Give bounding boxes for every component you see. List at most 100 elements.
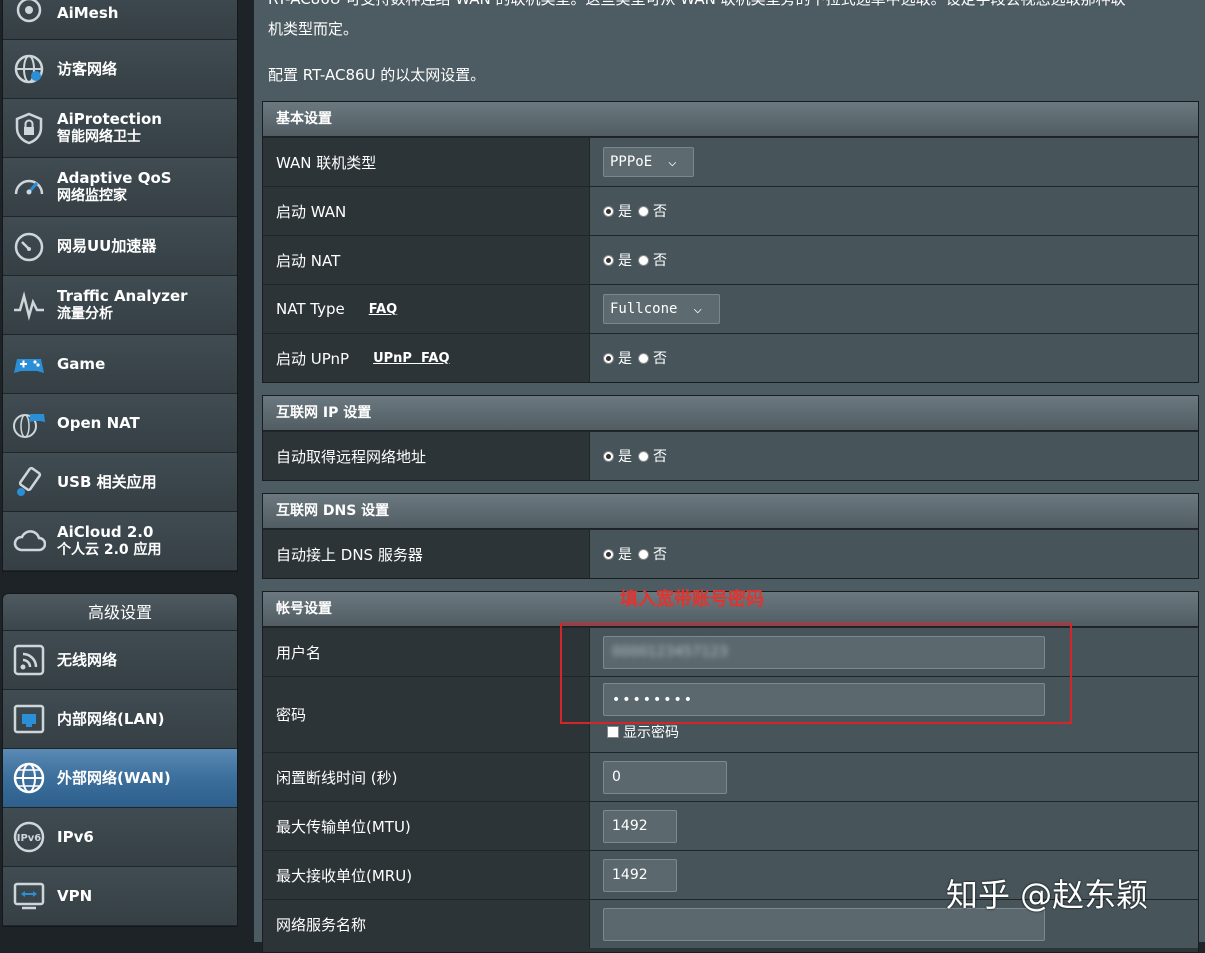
select-value: Fullcone bbox=[610, 301, 678, 317]
field-label: 启动 WAN bbox=[263, 187, 590, 235]
globe-gamepad-icon bbox=[12, 406, 46, 440]
lan-icon bbox=[12, 702, 46, 736]
speedometer-icon bbox=[12, 170, 46, 204]
section-title: 基本设置 bbox=[263, 102, 1198, 137]
mtu-row: 最大传输单位(MTU) 1492 bbox=[263, 801, 1198, 850]
auto-ip-yes-radio[interactable]: 是 bbox=[603, 446, 632, 466]
sidebar-item-open-nat[interactable]: Open NAT bbox=[3, 394, 237, 453]
radio-label: 否 bbox=[653, 449, 667, 465]
enable-wan-row: 启动 WAN 是 否 bbox=[263, 186, 1198, 235]
main-menu: AiMesh 访客网络 AiProtection 智能网络卫士 Adaptive … bbox=[2, 0, 238, 572]
field-label: 网络服务名称 bbox=[263, 900, 590, 948]
sidebar-item-traffic-analyzer[interactable]: Traffic Analyzer 流量分析 bbox=[3, 276, 237, 335]
field-label: 自动取得远程网络地址 bbox=[263, 432, 590, 480]
radio-label: 是 bbox=[618, 351, 632, 367]
radio-label: 否 bbox=[653, 253, 667, 269]
sidebar-item-label: 外部网络(WAN) bbox=[57, 769, 171, 787]
sidebar-item-label: 无线网络 bbox=[57, 651, 118, 669]
sidebar-item-wan[interactable]: 外部网络(WAN) bbox=[3, 749, 237, 808]
wan-type-select[interactable]: PPPoE ⌵ bbox=[603, 147, 694, 177]
enable-wan-no-radio[interactable]: 否 bbox=[638, 201, 667, 221]
sidebar-item-label: AiCloud 2.0 bbox=[57, 523, 154, 541]
upnp-faq-link[interactable]: UPnP FAQ bbox=[373, 351, 449, 366]
sidebar-item-aiprotection[interactable]: AiProtection 智能网络卫士 bbox=[3, 99, 237, 158]
internet-dns-section: 互联网 DNS 设置 自动接上 DNS 服务器 是 否 bbox=[262, 493, 1199, 579]
sidebar-item-label: AiProtection bbox=[57, 110, 162, 128]
advanced-settings-header: 高级设置 bbox=[3, 594, 237, 631]
mru-input[interactable]: 1492 bbox=[603, 858, 677, 892]
show-password-option: 显示密码 bbox=[607, 722, 679, 742]
sidebar-item-label: USB 相关应用 bbox=[57, 473, 157, 491]
sidebar-item-adaptive-qos[interactable]: Adaptive QoS 网络监控家 bbox=[3, 158, 237, 217]
chevron-down-icon: ⌵ bbox=[668, 154, 677, 170]
enable-nat-row: 启动 NAT 是 否 bbox=[263, 235, 1198, 284]
shield-lock-icon bbox=[12, 111, 46, 145]
sidebar-item-ipv6[interactable]: IPv6 IPv6 bbox=[3, 808, 237, 867]
sidebar-item-wireless[interactable]: 无线网络 bbox=[3, 631, 237, 690]
enable-nat-no-radio[interactable]: 否 bbox=[638, 250, 667, 270]
field-label: 启动 NAT bbox=[263, 236, 590, 284]
radio-label: 否 bbox=[653, 204, 667, 220]
usb-icon bbox=[12, 465, 46, 499]
sidebar-item-label: Adaptive QoS bbox=[57, 169, 172, 187]
sidebar-item-label: 内部网络(LAN) bbox=[57, 710, 165, 728]
nat-type-row: NAT Type FAQ Fullcone ⌵ bbox=[263, 284, 1198, 333]
mtu-input[interactable]: 1492 bbox=[603, 809, 677, 843]
sidebar-item-sublabel: 网络监控家 bbox=[57, 188, 127, 204]
sidebar-item-game[interactable]: Game bbox=[3, 335, 237, 394]
radio-label: 否 bbox=[653, 351, 667, 367]
internet-ip-section: 互联网 IP 设置 自动取得远程网络地址 是 否 bbox=[262, 395, 1199, 481]
auto-dns-row: 自动接上 DNS 服务器 是 否 bbox=[263, 529, 1198, 578]
sidebar-item-uu-accelerator[interactable]: 网易UU加速器 bbox=[3, 217, 237, 276]
auto-dns-no-radio[interactable]: 否 bbox=[638, 544, 667, 564]
select-value: PPPoE bbox=[610, 154, 653, 170]
idle-time-row: 闲置断线时间 (秒) 0 bbox=[263, 752, 1198, 801]
intro-line-3: 配置 RT-AC86U 的以太网设置。 bbox=[268, 66, 486, 84]
field-label: 闲置断线时间 (秒) bbox=[263, 753, 590, 801]
nat-type-faq-link[interactable]: FAQ bbox=[369, 302, 398, 317]
sidebar-item-label: IPv6 bbox=[57, 828, 94, 846]
sidebar-item-usb[interactable]: USB 相关应用 bbox=[3, 453, 237, 512]
guest-network-icon bbox=[12, 52, 46, 86]
sidebar-item-aicloud[interactable]: AiCloud 2.0 个人云 2.0 应用 bbox=[3, 512, 237, 571]
sidebar-item-label: 访客网络 bbox=[57, 60, 118, 78]
traffic-graph-icon bbox=[12, 288, 46, 322]
sidebar-item-vpn[interactable]: VPN bbox=[3, 867, 237, 926]
idle-time-input[interactable]: 0 bbox=[603, 760, 727, 794]
section-title: 互联网 IP 设置 bbox=[263, 396, 1198, 431]
radio-label: 是 bbox=[618, 547, 632, 563]
sidebar-item-sublabel: 流量分析 bbox=[57, 306, 113, 322]
section-title: 互联网 DNS 设置 bbox=[263, 494, 1198, 529]
sidebar-item-label: Traffic Analyzer bbox=[57, 287, 188, 305]
auto-dns-yes-radio[interactable]: 是 bbox=[603, 544, 632, 564]
upnp-no-radio[interactable]: 否 bbox=[638, 348, 667, 368]
mesh-icon bbox=[12, 0, 46, 27]
field-label: 用户名 bbox=[263, 628, 590, 676]
vpn-icon bbox=[12, 879, 46, 913]
sidebar-item-sublabel: 智能网络卫士 bbox=[57, 129, 141, 145]
sidebar-item-lan[interactable]: 内部网络(LAN) bbox=[3, 690, 237, 749]
show-password-checkbox[interactable] bbox=[607, 726, 619, 738]
svg-text:IPv6: IPv6 bbox=[17, 833, 42, 844]
mru-value: 1492 bbox=[612, 867, 648, 883]
gauge-icon bbox=[12, 229, 46, 263]
intro-line-1: RT-AC86U 可支持数种连结 WAN 的联机类型。这些类型可从 WAN 联机… bbox=[268, 0, 1126, 9]
radio-label: 是 bbox=[618, 253, 632, 269]
wan-globe-icon bbox=[12, 761, 46, 795]
nat-type-select[interactable]: Fullcone ⌵ bbox=[603, 294, 720, 324]
field-label: 最大接收单位(MRU) bbox=[263, 851, 590, 899]
chevron-down-icon: ⌵ bbox=[693, 301, 702, 317]
auto-ip-no-radio[interactable]: 否 bbox=[638, 446, 667, 466]
ipv6-icon: IPv6 bbox=[12, 820, 46, 854]
sidebar-item-guest-network[interactable]: 访客网络 bbox=[3, 40, 237, 99]
annotation-text: 填入宽带账号密码 bbox=[620, 589, 764, 610]
upnp-row: 启动 UPnP UPnP FAQ 是 否 bbox=[263, 333, 1198, 382]
sidebar-item-label: Open NAT bbox=[57, 414, 140, 432]
basic-settings-section: 基本设置 WAN 联机类型 PPPoE ⌵ 启动 WAN 是 否 启动 NAT … bbox=[262, 101, 1199, 383]
field-label: WAN 联机类型 bbox=[263, 138, 590, 186]
upnp-yes-radio[interactable]: 是 bbox=[603, 348, 632, 368]
wireless-icon bbox=[12, 643, 46, 677]
enable-nat-yes-radio[interactable]: 是 bbox=[603, 250, 632, 270]
sidebar-item-aimesh[interactable]: AiMesh bbox=[3, 0, 237, 40]
enable-wan-yes-radio[interactable]: 是 bbox=[603, 201, 632, 221]
